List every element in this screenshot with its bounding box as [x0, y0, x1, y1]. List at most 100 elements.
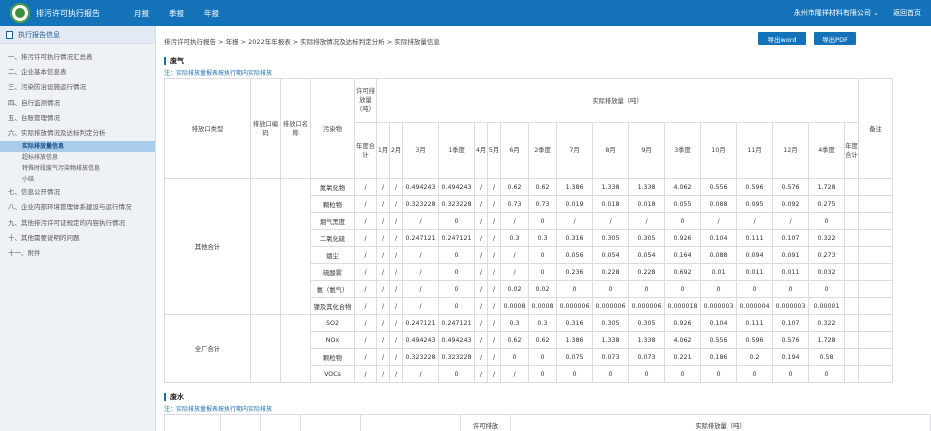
pollutant-cell: 硫酸雾	[310, 263, 355, 281]
pollutant-cell: SO2	[310, 314, 355, 332]
header-period: 9月	[628, 122, 665, 179]
pollutant-cell: 烟尘	[310, 246, 355, 264]
value-cell: /	[376, 229, 390, 247]
sidebar-item-other-permit[interactable]: 九、其他排污许可证规定的内容执行情况	[0, 216, 155, 231]
value-cell: /	[487, 178, 501, 196]
sidebar-subitem-summary[interactable]: 小结	[0, 174, 155, 185]
value-cell: 0.032	[808, 263, 845, 281]
section-note-gas: 注：实际排放量报表按执行期内实际排放	[164, 70, 273, 77]
value-cell: 0.018	[592, 195, 629, 213]
value-cell: 0.316	[556, 314, 593, 332]
sidebar-subitem-exceedance[interactable]: 超标排放信息	[0, 152, 155, 163]
sidebar-item-other-issues[interactable]: 十、其他需要说明的问题	[0, 231, 155, 246]
nav-quarterly[interactable]: 季报	[159, 8, 194, 19]
value-cell: 1.338	[592, 331, 629, 349]
value-cell	[844, 280, 859, 298]
header-period: 2季度	[528, 122, 557, 179]
header-period: 3月	[402, 122, 439, 179]
value-cell: 0.556	[700, 178, 737, 196]
value-cell: /	[354, 246, 377, 264]
value-cell: 1.386	[556, 178, 593, 196]
value-cell: 0.164	[664, 246, 701, 264]
value-cell: /	[474, 348, 488, 366]
value-cell: /	[389, 246, 403, 264]
sidebar-item-attachments[interactable]: 十一、附件	[0, 246, 155, 261]
value-cell	[844, 297, 859, 315]
value-cell: /	[628, 212, 665, 230]
water-header-actual: 实际排放量（吨）	[510, 414, 931, 431]
value-cell: 0.62	[500, 331, 529, 349]
nav-annual[interactable]: 年报	[194, 8, 229, 19]
section-title-water: 废水	[164, 392, 184, 402]
header-period: 3季度	[664, 122, 701, 179]
back-home-link[interactable]: 返回首页	[893, 8, 921, 18]
value-cell: 0.055	[664, 195, 701, 213]
header-period: 7月	[556, 122, 593, 179]
pollutant-cell: 氨（氨气）	[310, 280, 355, 298]
sidebar-item-disclosure[interactable]: 七、信息公开情况	[0, 185, 155, 200]
header-permit: 许可排放量（吨）	[354, 78, 377, 123]
sidebar-item-actual-emission[interactable]: 六、实际排放情况及达标判定分析	[0, 126, 155, 141]
value-cell: /	[389, 314, 403, 332]
value-cell: 0.322	[808, 314, 845, 332]
value-cell: 0	[556, 280, 593, 298]
value-cell: 0.323228	[438, 195, 475, 213]
value-cell: 0.221	[664, 348, 701, 366]
value-cell: 0.596	[736, 331, 773, 349]
sidebar-item-basic-info[interactable]: 二、企业基本信息表	[0, 65, 155, 80]
value-cell: 0.316	[556, 229, 593, 247]
header-period: 5月	[487, 122, 501, 179]
sidebar-item-env-management[interactable]: 八、企业内部环境管理体系建设与运行情况	[0, 200, 155, 215]
value-cell: 1.728	[808, 178, 845, 196]
value-cell: 0.305	[592, 229, 629, 247]
value-cell: 0.095	[736, 195, 773, 213]
value-cell: 0.247121	[438, 229, 475, 247]
value-cell: /	[389, 229, 403, 247]
header-remark: 备注	[858, 78, 893, 179]
value-cell: 0.011	[772, 263, 809, 281]
value-cell: 0	[528, 348, 557, 366]
nav-monthly[interactable]: 月报	[124, 8, 159, 19]
outlet-group-label: 其他合计	[164, 178, 251, 315]
value-cell: /	[487, 331, 501, 349]
value-cell: /	[474, 263, 488, 281]
export-word-button[interactable]: 导出word	[758, 32, 806, 45]
value-cell: 0.104	[700, 314, 737, 332]
value-cell	[844, 348, 859, 366]
value-cell: /	[389, 195, 403, 213]
value-cell: /	[487, 314, 501, 332]
value-cell: 0.000006	[592, 297, 629, 315]
remark-cell	[858, 331, 893, 349]
table-cell	[250, 178, 281, 315]
sidebar-subitem-special-period[interactable]: 特殊时段废气污染物排放信息	[0, 163, 155, 174]
company-dropdown[interactable]: 永州市隆祥材料有限公司 ⌄	[794, 8, 879, 18]
table-row: 全厂合计 SO2///0.247121 0.247121//0.3 0.3 0.316 0…	[164, 314, 893, 383]
sidebar-item-self-monitoring[interactable]: 四、自行监测情况	[0, 96, 155, 111]
value-cell: 0.194	[772, 348, 809, 366]
value-cell: 0.00001	[808, 297, 845, 315]
sidebar-item-ledger[interactable]: 五、台账管理情况	[0, 111, 155, 126]
sidebar-header-label: 执行报告信息	[18, 30, 60, 39]
sidebar-subitem-actual-emission-info[interactable]: 实际排放量信息	[0, 141, 155, 153]
water-header-permit: 许可排放	[460, 414, 511, 431]
sidebar-item-pollution-control[interactable]: 三、污染防治设施运行情况	[0, 80, 155, 95]
sidebar-item-summary[interactable]: 一、排污许可执行情况汇总表	[0, 50, 155, 65]
value-cell: /	[474, 195, 488, 213]
value-cell: 0	[438, 280, 475, 298]
app-title: 排污许可执行报告	[36, 8, 100, 18]
value-cell: 0.556	[700, 331, 737, 349]
value-cell: /	[487, 263, 501, 281]
value-cell: 0.088	[700, 246, 737, 264]
value-cell: /	[487, 280, 501, 298]
table-cell	[280, 178, 311, 315]
value-cell: /	[354, 314, 377, 332]
value-cell: 0.054	[592, 246, 629, 264]
value-cell: /	[500, 263, 529, 281]
value-cell: /	[376, 365, 390, 383]
value-cell: /	[700, 212, 737, 230]
value-cell: 0.576	[772, 178, 809, 196]
value-cell: 0	[556, 365, 593, 383]
remark-cell	[858, 263, 893, 281]
export-pdf-button[interactable]: 导出PDF	[814, 32, 856, 45]
value-cell: 0	[592, 280, 629, 298]
